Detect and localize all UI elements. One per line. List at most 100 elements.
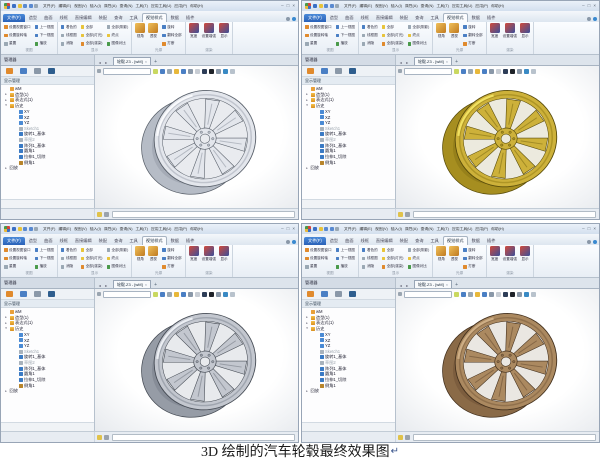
section-icon[interactable] — [188, 68, 193, 74]
background-black-icon[interactable] — [510, 68, 515, 74]
ribbon-command[interactable]: 全部(渲染) — [80, 264, 103, 269]
open-icon[interactable] — [17, 227, 22, 231]
ribbon-tab[interactable]: 直接编辑 — [373, 237, 396, 245]
view-name-input[interactable] — [103, 290, 151, 298]
ribbon-command[interactable]: 终点 — [407, 256, 430, 261]
ribbon-command[interactable]: 设置旋转轴 — [4, 33, 31, 38]
ribbon-command[interactable]: 全部(渲染) — [381, 264, 404, 269]
minimize-ribbon-icon[interactable] — [286, 240, 290, 244]
selection-filter-icon[interactable] — [104, 211, 109, 217]
settings-icon[interactable] — [531, 291, 536, 297]
section-icon[interactable] — [489, 291, 494, 297]
background-dark-icon[interactable] — [202, 68, 207, 74]
ribbon-command[interactable]: 消隐 — [60, 41, 77, 46]
globe-icon[interactable] — [524, 68, 529, 74]
ribbon-big-command[interactable]: 宽度 — [188, 23, 199, 48]
ribbon-tab[interactable]: 装配 — [96, 237, 110, 245]
filter-icon[interactable] — [97, 434, 102, 440]
tree-expand-icon[interactable]: ▸ — [4, 321, 8, 325]
ribbon-command[interactable]: 线框图 — [60, 256, 77, 261]
render-mode-icon[interactable] — [482, 68, 487, 74]
doc-nav-forward-icon[interactable]: ► — [405, 61, 408, 66]
document-tab[interactable]: 轮毂.Z3 - [wM] × — [112, 57, 152, 65]
ribbon-command[interactable]: 旋转 — [463, 248, 482, 253]
selection-filter-icon[interactable] — [405, 211, 410, 217]
redo-icon[interactable] — [329, 227, 334, 231]
ribbon-tab[interactable]: 线框 — [358, 14, 372, 22]
3d-viewport[interactable] — [396, 289, 599, 431]
ribbon-tab[interactable]: 查询 — [111, 237, 125, 245]
menu-item[interactable]: 插入(I) — [90, 227, 101, 232]
ribbon-tab[interactable]: 插件 — [183, 237, 197, 245]
ribbon-command[interactable]: 翻转全部 — [463, 33, 483, 38]
selection-filter-icon[interactable] — [104, 434, 109, 440]
maximize-button[interactable]: □ — [588, 226, 591, 232]
ribbon-big-command[interactable]: 显示 — [520, 23, 531, 48]
settings-icon[interactable] — [230, 68, 235, 74]
file-tab[interactable]: 文件(F) — [3, 14, 25, 22]
ribbon-big-command[interactable]: 透视 — [148, 246, 159, 271]
ribbon-tab[interactable]: 曲面 — [41, 14, 55, 22]
ribbon-command[interactable]: 全部(灯光) — [80, 256, 103, 261]
menu-item[interactable]: 应用工具(U) — [452, 227, 472, 232]
ribbon-big-command[interactable]: 透视 — [148, 23, 159, 48]
ribbon-tab[interactable]: 查询 — [412, 14, 426, 22]
ribbon-tab[interactable]: 数据 — [469, 14, 483, 22]
ribbon-command[interactable]: 打断 — [162, 41, 181, 46]
background-black-icon[interactable] — [510, 291, 515, 297]
minimize-ribbon-icon[interactable] — [286, 17, 290, 21]
ribbon-command[interactable]: 着色的 — [60, 25, 77, 30]
background-dark-icon[interactable] — [503, 68, 508, 74]
document-tab[interactable]: 轮毂.Z3 - [wM] × — [413, 280, 453, 288]
background-black-icon[interactable] — [209, 68, 214, 74]
edit-pencil-icon[interactable] — [97, 292, 101, 296]
ribbon-big-command[interactable]: 设置增强 — [202, 23, 216, 48]
filter-icon[interactable] — [398, 434, 403, 440]
zoom-icon[interactable] — [468, 68, 473, 74]
ribbon-big-command[interactable]: 透视 — [449, 23, 460, 48]
light-icon[interactable] — [174, 68, 179, 74]
section-icon[interactable] — [489, 68, 494, 74]
document-tab-close-icon[interactable]: × — [145, 59, 147, 64]
command-prompt-input[interactable] — [413, 433, 596, 441]
ribbon-command[interactable]: 设置旋转轴 — [305, 33, 332, 38]
ribbon-command[interactable]: 翻转全部 — [463, 256, 483, 261]
layer-manager-tab-icon[interactable] — [349, 68, 356, 74]
help-icon[interactable] — [593, 240, 597, 244]
menu-item[interactable]: 查询(N) — [120, 227, 133, 232]
background-dark-icon[interactable] — [503, 291, 508, 297]
tree-expand-icon[interactable]: ▸ — [305, 315, 309, 319]
command-prompt-input[interactable] — [112, 210, 295, 218]
document-tab-close-icon[interactable]: × — [145, 282, 147, 287]
ribbon-tab[interactable]: 装配 — [397, 14, 411, 22]
undo-icon[interactable] — [23, 4, 27, 8]
ribbon-command[interactable]: 消隐 — [361, 264, 378, 269]
assembly-manager-tab-icon[interactable] — [321, 291, 328, 297]
file-tab[interactable]: 文件(F) — [304, 14, 326, 22]
ribbon-big-command[interactable]: 透视 — [449, 246, 460, 271]
menu-item[interactable]: 编辑(E) — [359, 4, 372, 9]
new-document-tab-button[interactable]: + — [154, 60, 157, 65]
tree-expand-icon[interactable]: ▾ — [305, 104, 309, 107]
view-orient-icon[interactable] — [160, 291, 165, 297]
ribbon-command[interactable]: 设置旋转轴 — [305, 256, 332, 261]
background-dark-icon[interactable] — [202, 291, 207, 297]
ribbon-command[interactable]: 打断 — [463, 264, 482, 269]
ribbon-command[interactable]: 设置视图窗口 — [4, 25, 31, 30]
ribbon-command[interactable]: 全部 — [381, 248, 404, 253]
sketch-pencil-icon[interactable] — [195, 291, 200, 297]
replay-row[interactable]: ▸ 回放 — [302, 165, 395, 172]
ribbon-tab[interactable]: 视觉样式 — [141, 13, 167, 22]
ribbon-tab[interactable]: 查询 — [412, 237, 426, 245]
print-icon[interactable] — [34, 4, 38, 8]
redo-icon[interactable] — [329, 4, 334, 8]
print-icon[interactable] — [335, 227, 339, 231]
tree-expand-icon[interactable]: ▸ — [4, 98, 8, 102]
ribbon-command[interactable]: 全部(阴影) — [106, 25, 128, 30]
view-orient-icon[interactable] — [461, 291, 466, 297]
ribbon-command[interactable]: 线框图 — [361, 256, 378, 261]
menu-item[interactable]: 属性(A) — [104, 227, 117, 232]
ribbon-command[interactable]: 设置视图窗口 — [4, 248, 31, 253]
ribbon-command[interactable]: 全部(灯光) — [80, 33, 103, 38]
document-tab[interactable]: 轮毂.Z3 - [wM] × — [112, 280, 152, 288]
